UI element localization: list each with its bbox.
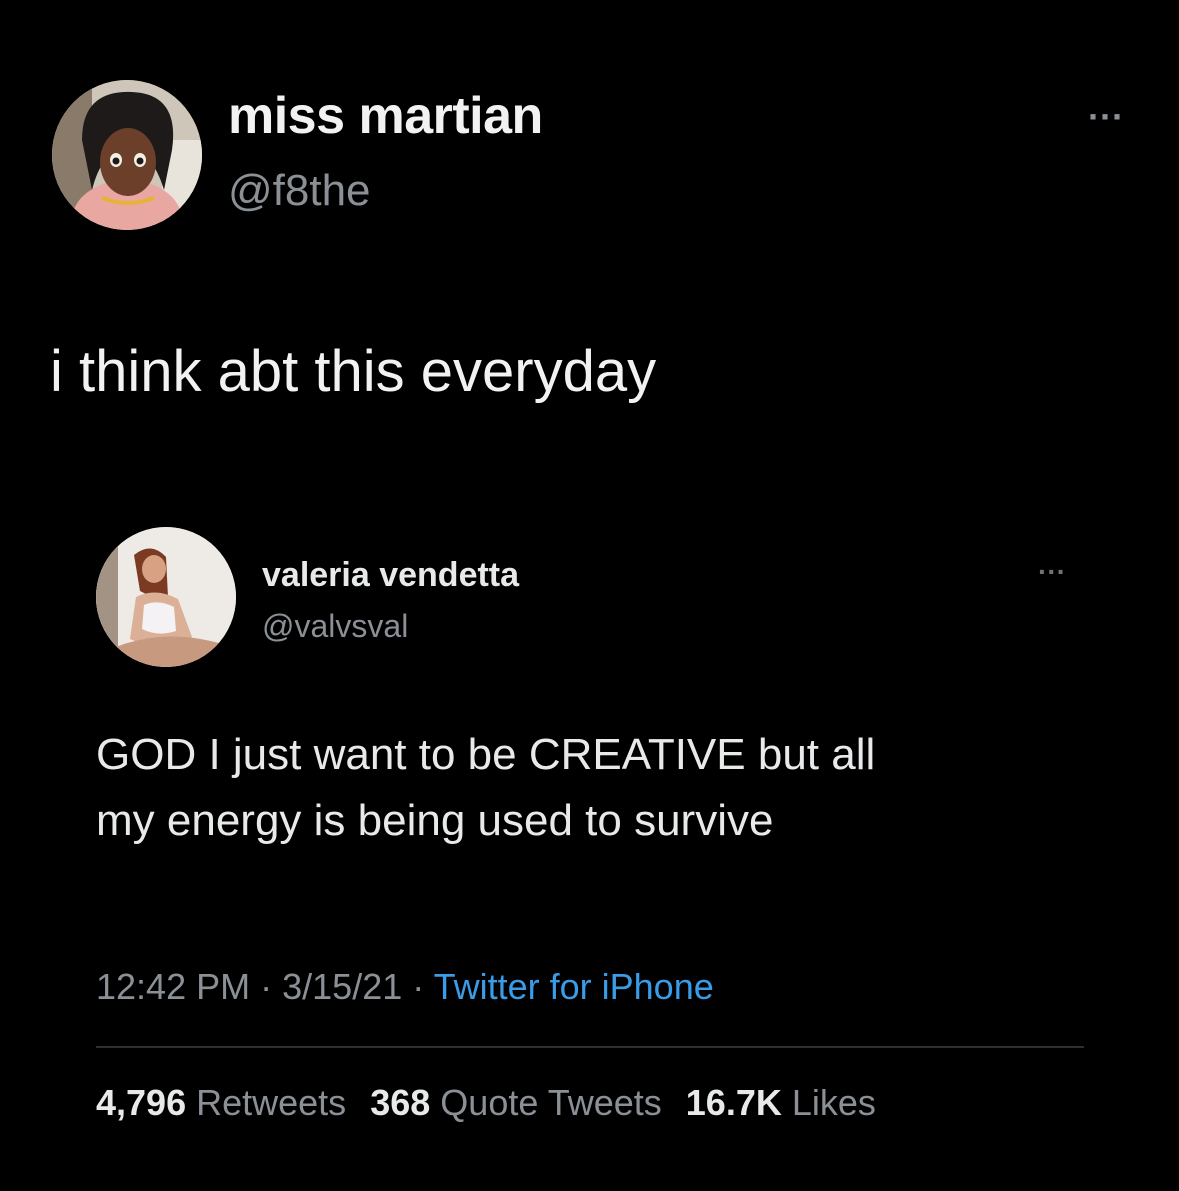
quote-tweets-stat[interactable]: 368 Quote Tweets [370, 1082, 662, 1123]
quoted-tweet-text: GOD I just want to be CREATIVE but all m… [96, 722, 1116, 854]
tweet-text: i think abt this everyday [50, 339, 657, 404]
more-options-icon[interactable]: ··· [1088, 96, 1124, 138]
tweet-time: 12:42 PM [96, 966, 251, 1007]
quoted-handle[interactable]: @valvsval [262, 608, 408, 645]
meta-separator: · [260, 966, 273, 1007]
photo-avatar-image [96, 527, 236, 667]
divider [96, 1046, 1084, 1048]
anime-avatar-image [52, 80, 202, 230]
author-avatar[interactable] [52, 80, 202, 230]
quoted-text-line: GOD I just want to be CREATIVE but all [96, 730, 876, 779]
author-display-name[interactable]: miss martian [228, 86, 543, 146]
retweets-count: 4,796 [96, 1082, 187, 1123]
engagement-stats: 4,796 Retweets 368 Quote Tweets 16.7K Li… [96, 1082, 890, 1124]
retweets-label: Retweets [196, 1082, 347, 1123]
quote-tweets-count: 368 [370, 1082, 431, 1123]
likes-label: Likes [791, 1082, 876, 1123]
tweet-date: 3/15/21 [282, 966, 403, 1007]
quoted-display-name[interactable]: valeria vendetta [262, 556, 519, 595]
quote-tweets-label: Quote Tweets [440, 1082, 662, 1123]
retweets-stat[interactable]: 4,796 Retweets [96, 1082, 346, 1123]
quoted-more-options-icon[interactable]: ··· [1038, 556, 1066, 588]
meta-separator: · [412, 966, 425, 1007]
quoted-text-line: my energy is being used to survive [96, 796, 774, 845]
tweet-metadata: 12:42 PM · 3/15/21 · Twitter for iPhone [96, 966, 714, 1008]
likes-stat[interactable]: 16.7K Likes [686, 1082, 876, 1123]
author-handle[interactable]: @f8the [228, 166, 371, 216]
quoted-author-avatar[interactable] [96, 527, 236, 667]
tweet-source-link[interactable]: Twitter for iPhone [434, 966, 714, 1007]
likes-count: 16.7K [685, 1082, 782, 1123]
